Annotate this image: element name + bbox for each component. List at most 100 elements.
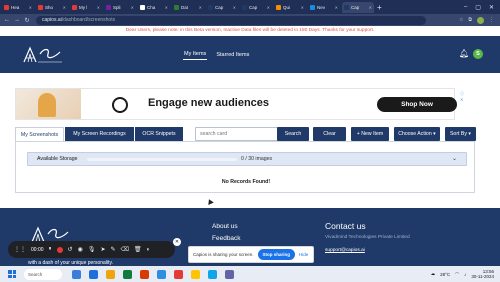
restart-icon[interactable]: ↺: [68, 246, 73, 253]
pause-icon[interactable]: ⏸︎: [49, 246, 52, 253]
tab-close-icon[interactable]: ✕: [97, 5, 100, 10]
tab-close-icon[interactable]: ✕: [267, 5, 270, 10]
taskbar-app-icon[interactable]: [157, 269, 166, 279]
tab-favicon-icon: [72, 4, 77, 10]
back-arrow-icon[interactable]: ←: [4, 17, 10, 23]
new-tab-button[interactable]: +: [377, 3, 382, 12]
footer-email-link[interactable]: support@capios.ai: [325, 248, 365, 253]
taskbar-search[interactable]: Search: [24, 268, 62, 280]
search-button[interactable]: Search: [277, 127, 309, 141]
browser-tab[interactable]: Dat ✕: [172, 2, 204, 13]
ad-info-icon[interactable]: ⓘ ✕: [460, 91, 464, 102]
forward-arrow-icon[interactable]: →: [14, 17, 20, 23]
record-stop-icon[interactable]: [56, 246, 63, 253]
new-item-button[interactable]: + New Item: [351, 127, 389, 141]
ad-shop-now-button[interactable]: Shop Now: [377, 97, 457, 112]
taskbar-app-icon[interactable]: [174, 269, 183, 279]
footer-about-link[interactable]: About us: [212, 223, 238, 230]
taskbar-app-icon[interactable]: [225, 269, 234, 279]
maximize-icon[interactable]: ▢: [475, 4, 481, 11]
eraser-icon[interactable]: ⌫: [121, 246, 129, 253]
choose-action-dropdown[interactable]: Choose Action ▾: [394, 127, 440, 141]
tab-my-screenshots[interactable]: My Screenshots: [15, 127, 64, 141]
browser-tab[interactable]: Cap ✕: [206, 2, 238, 13]
menu-starred-items[interactable]: Starred Items: [215, 50, 250, 60]
pen-icon[interactable]: ✎: [110, 246, 115, 253]
camera-icon[interactable]: ◉: [78, 246, 83, 253]
tab-close-icon[interactable]: ✕: [131, 5, 134, 10]
tab-close-icon[interactable]: ✕: [301, 5, 304, 10]
taskbar-app-icon[interactable]: [89, 269, 98, 279]
taskbar-app-icons: [72, 269, 234, 279]
taskbar-app-icon[interactable]: [140, 269, 149, 279]
search-input[interactable]: [195, 127, 288, 141]
trash-icon[interactable]: 🗑︎: [134, 246, 142, 253]
extensions-icon[interactable]: ⧉: [468, 17, 472, 23]
tab-label: Cap: [215, 4, 224, 10]
storage-count: 0 / 30 images: [241, 156, 273, 162]
taskbar-app-icon[interactable]: [72, 269, 81, 279]
url-field[interactable]: capios.ai/dashboard/screenshots: [36, 15, 426, 25]
app-header: My Items Starred Items 🔔︎ S: [0, 36, 500, 73]
tab-close-icon[interactable]: ✕: [369, 5, 372, 10]
browser-tab[interactable]: Nev ✕: [308, 2, 340, 13]
menu-dots-icon[interactable]: ⋮: [489, 17, 494, 23]
clear-button[interactable]: Clear: [313, 127, 346, 141]
tab-close-icon[interactable]: ✕: [335, 5, 338, 10]
blur-icon[interactable]: ◐: [147, 247, 151, 253]
browser-tab[interactable]: Hea ✕: [2, 2, 34, 13]
tab-my-screen-recordings[interactable]: My Screen Recordings: [65, 127, 134, 141]
taskbar-app-icon[interactable]: [123, 269, 132, 279]
ad-banner[interactable]: Engage new audiences Shop Now ⓘ ✕: [15, 88, 464, 120]
tab-close-icon[interactable]: ✕: [199, 5, 202, 10]
recording-timer: 00:00: [31, 246, 44, 253]
tab-close-icon[interactable]: ✕: [29, 5, 32, 10]
tab-label: Dat: [181, 4, 189, 10]
capios-logo[interactable]: [20, 42, 66, 66]
tab-close-icon[interactable]: ✕: [63, 5, 66, 10]
drag-handle-icon[interactable]: ⋮⋮: [14, 246, 26, 253]
tab-close-icon[interactable]: ✕: [233, 5, 236, 10]
tab-label: Sho: [45, 4, 54, 10]
volume-icon[interactable]: ♪: [464, 272, 466, 277]
taskbar-app-icon[interactable]: [208, 269, 217, 279]
storage-accordion[interactable]: Available Storage 0 / 30 images ⌄: [27, 152, 467, 166]
taskbar-clock[interactable]: 13:56 30-11-2024: [471, 269, 494, 279]
menu-my-items[interactable]: My Items: [183, 49, 208, 60]
bell-icon[interactable]: 🔔︎: [459, 49, 469, 58]
browser-tab[interactable]: Sho ✕: [36, 2, 68, 13]
microphone-icon[interactable]: 🎙︎: [88, 246, 96, 253]
reload-icon[interactable]: ↻: [24, 17, 30, 24]
tab-label: Cha: [147, 4, 156, 10]
footer-feedback-link[interactable]: Feedback: [212, 235, 241, 242]
browser-tab[interactable]: Spli ✕: [104, 2, 136, 13]
sort-by-dropdown[interactable]: Sort By ▾: [445, 127, 476, 141]
tab-close-icon[interactable]: ✕: [165, 5, 168, 10]
close-window-icon[interactable]: ✕: [489, 4, 494, 11]
browser-tab[interactable]: Cap ✕: [342, 1, 374, 13]
storage-label: Available Storage: [37, 156, 78, 162]
taskbar-app-icon[interactable]: [191, 269, 200, 279]
recorder-toolbar: ⋮⋮ 00:00 ⏸︎ ↺ ◉ 🎙︎ ➤ ✎ ⌫ 🗑︎ ◐ ✕: [8, 238, 181, 258]
hide-share-bar-button[interactable]: Hide: [299, 252, 308, 257]
screen-share-bar: Capios is sharing your screen. Stop shar…: [188, 246, 314, 263]
taskbar-app-icon[interactable]: [106, 269, 115, 279]
wifi-icon[interactable]: ◠: [455, 271, 459, 277]
tab-favicon-icon: [242, 4, 247, 10]
browser-tab[interactable]: My l ✕: [70, 2, 102, 13]
browser-tab[interactable]: Qui ✕: [274, 2, 306, 13]
star-icon[interactable]: ☆: [459, 17, 463, 23]
browser-tab[interactable]: Cha ✕: [138, 2, 170, 13]
browser-tab[interactable]: Cap ✕: [240, 2, 272, 13]
chevron-down-icon[interactable]: ⌄: [452, 153, 457, 165]
user-avatar[interactable]: S: [473, 49, 483, 59]
close-recorder-icon[interactable]: ✕: [173, 238, 181, 246]
weather-icon[interactable]: ☁: [431, 271, 436, 277]
profile-avatar[interactable]: [477, 16, 484, 24]
pointer-icon[interactable]: ➤: [100, 246, 105, 253]
stop-sharing-button[interactable]: Stop sharing: [257, 249, 296, 260]
os-taskbar: Search ☁ 28°C ◠ ♪ 13:56 30-11-2024: [0, 266, 500, 282]
tab-ocr-snippets[interactable]: OCR Snippets: [135, 127, 183, 141]
windows-start-icon[interactable]: [8, 270, 16, 278]
minimize-icon[interactable]: –: [464, 4, 467, 11]
